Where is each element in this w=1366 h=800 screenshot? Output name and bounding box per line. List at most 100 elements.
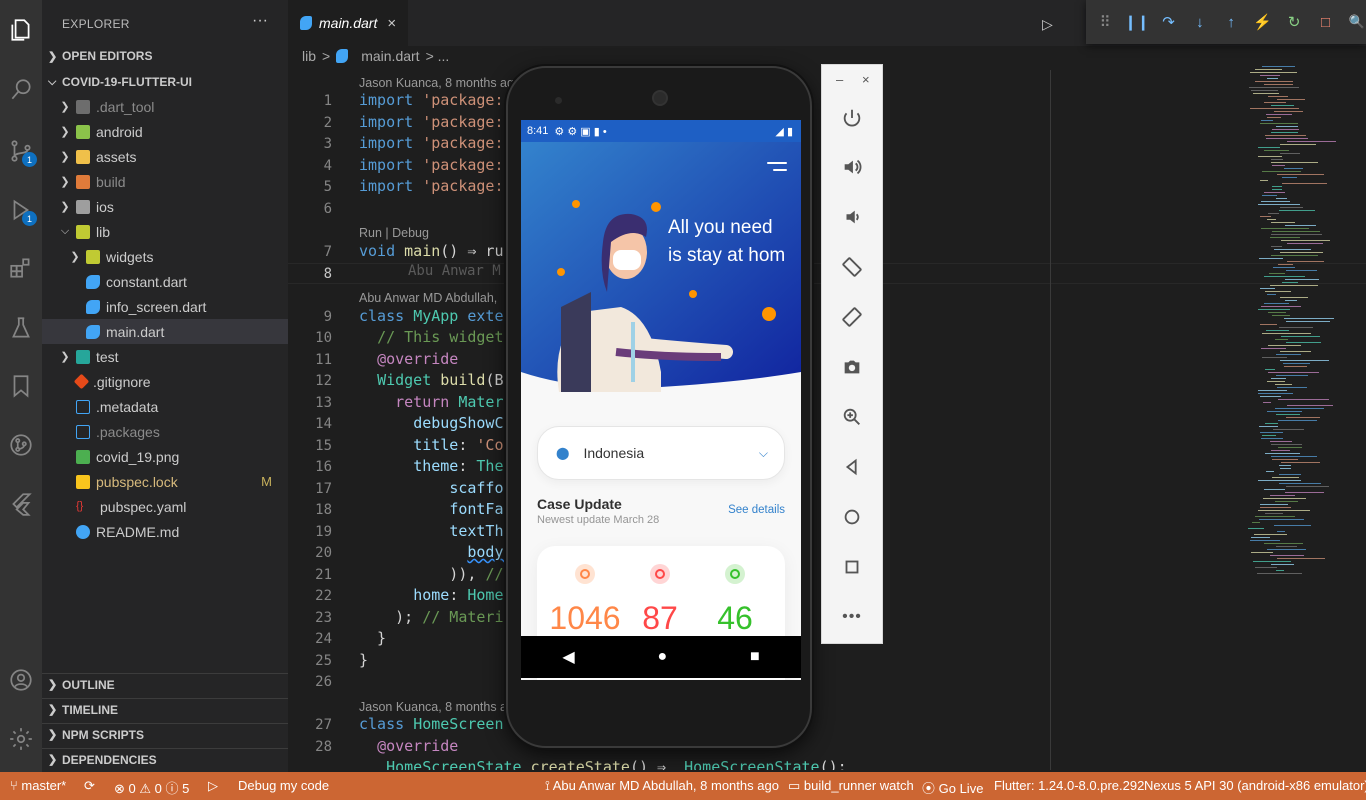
minimap-line (1270, 285, 1318, 286)
minimap-line (1276, 414, 1300, 415)
debug-run-icon[interactable]: ▷ (208, 778, 218, 794)
power-icon[interactable] (840, 106, 864, 130)
tab-main-dart[interactable]: main.dart × (288, 0, 408, 46)
pause-icon[interactable]: ❙❙ (1124, 13, 1149, 32)
step-out-icon[interactable]: ↑ (1222, 13, 1240, 32)
outline-section[interactable]: ❯ OUTLINE (42, 673, 288, 695)
line-number: 1 (323, 93, 332, 109)
minimap[interactable] (1248, 66, 1344, 586)
tree-item-pubspec-lock[interactable]: pubspec.lock M (42, 469, 288, 494)
rotate-right-icon[interactable] (840, 305, 864, 329)
close-icon[interactable]: × (862, 72, 870, 87)
testing-icon[interactable] (7, 314, 35, 342)
nav-back-icon[interactable]: ◀ (562, 647, 574, 667)
dependencies-section[interactable]: ❯ DEPENDENCIES (42, 748, 288, 770)
minimap-line (1258, 393, 1293, 394)
codelens-run-debug[interactable]: Run | Debug (359, 226, 429, 240)
project-section[interactable]: ⌵ COVID-19-FLUTTER-UI (42, 71, 288, 93)
step-into-icon[interactable]: ↓ (1191, 13, 1209, 32)
tree-item-ios[interactable]: ❯ ios (42, 194, 288, 219)
bookmarks-icon[interactable] (7, 372, 35, 400)
tree-item-gitignore[interactable]: .gitignore (42, 369, 288, 394)
debug-config-status[interactable]: Debug my code (238, 778, 329, 793)
flutter-version-status[interactable]: Flutter: 1.24.0-8.0.pre.292 (994, 778, 1144, 793)
restart-icon[interactable]: ↻ (1285, 13, 1303, 32)
hot-reload-icon[interactable]: ⚡ (1253, 13, 1272, 32)
tree-item-metadata[interactable]: .metadata (42, 394, 288, 419)
nav-home-icon[interactable]: ● (657, 648, 667, 666)
nav-recents-icon[interactable]: ■ (750, 648, 760, 666)
extensions-icon[interactable] (7, 254, 35, 282)
tree-item-covid-png[interactable]: covid_19.png (42, 444, 288, 469)
minimap-line (1255, 516, 1295, 517)
minimap-line (1271, 162, 1318, 163)
problems-status[interactable]: ⊗ 0 ⚠ 0 ⓘ 5 (114, 778, 189, 797)
tree-item-assets[interactable]: ❯ assets (42, 144, 288, 169)
git-blame-status[interactable]: ⟟ Abu Anwar MD Abdullah, 8 months ago (545, 778, 779, 794)
search-icon[interactable] (7, 76, 35, 104)
back-triangle-icon[interactable] (840, 455, 864, 479)
tree-item-constant-dart[interactable]: constant.dart (42, 269, 288, 294)
menu-icon[interactable] (767, 162, 787, 176)
stop-icon[interactable]: □ (1316, 13, 1334, 32)
tree-item-lib[interactable]: ⌵ lib (42, 219, 288, 244)
chevron-right-icon: ❯ (60, 151, 70, 163)
zoom-icon[interactable] (840, 405, 864, 429)
tree-item-dart-tool[interactable]: ❯ .dart_tool (42, 94, 288, 119)
timeline-section[interactable]: ❯ TIMELINE (42, 698, 288, 720)
debug-badge: 1 (22, 211, 37, 226)
source-control-icon[interactable]: 1 (7, 137, 37, 167)
npm-scripts-section[interactable]: ❯ NPM SCRIPTS (42, 723, 288, 745)
drag-handle-icon[interactable]: ⠿ (1096, 13, 1114, 32)
rotate-left-icon[interactable] (840, 255, 864, 279)
open-editors-section[interactable]: ❯ OPEN EDITORS (42, 45, 288, 67)
tree-item-main-dart[interactable]: main.dart (42, 319, 288, 344)
devtools-icon[interactable]: 🔍 (1348, 13, 1366, 32)
screenshot-camera-icon[interactable] (840, 355, 864, 379)
home-circle-icon[interactable] (840, 505, 864, 529)
codelens-blame[interactable]: Abu Anwar MD Abdullah, (359, 291, 497, 305)
settings-icon[interactable] (7, 725, 35, 753)
volume-down-icon[interactable] (840, 205, 864, 229)
volume-up-icon[interactable] (840, 155, 864, 179)
more-options-icon[interactable]: ••• (840, 605, 864, 629)
tree-item-readme[interactable]: README.md (42, 519, 288, 544)
tree-item-build[interactable]: ❯ build (42, 169, 288, 194)
line-number: 12 (315, 373, 332, 389)
tree-item-info-screen-dart[interactable]: info_screen.dart (42, 294, 288, 319)
step-over-icon[interactable]: ↷ (1159, 13, 1177, 32)
emulator-screen[interactable]: 8:41 ⚙ ⚙ ▣ ▮ • ◢ ▮ All you need is stay … (521, 120, 801, 680)
tree-item-pubspec-yaml[interactable]: {} pubspec.yaml (42, 494, 288, 519)
minimap-line (1282, 282, 1298, 283)
sync-icon[interactable]: ⟳ (84, 778, 95, 794)
codelens-blame[interactable]: Jason Kuanca, 8 months a (359, 700, 507, 714)
explorer-icon[interactable] (7, 16, 35, 44)
run-icon[interactable]: ▷ (1042, 16, 1053, 33)
minimap-line (1272, 477, 1299, 478)
minimize-icon[interactable]: – (836, 72, 843, 87)
flutter-icon[interactable] (7, 490, 35, 518)
minimap-line (1280, 297, 1308, 298)
tree-item-packages[interactable]: .packages (42, 419, 288, 444)
location-dropdown[interactable]: ⬤ Indonesia ⌵ (537, 426, 785, 480)
overview-square-icon[interactable] (840, 555, 864, 579)
device-status[interactable]: Nexus 5 API 30 (android-x86 emulator) (1144, 778, 1366, 793)
minimap-line (1262, 195, 1277, 196)
breadcrumb-symbols[interactable]: > ... (426, 48, 450, 64)
breadcrumb-main-dart[interactable]: main.dart (361, 48, 419, 64)
git-graph-icon[interactable] (7, 431, 35, 459)
more-actions-icon[interactable]: ··· (252, 12, 268, 30)
account-icon[interactable] (7, 666, 35, 694)
build-runner-status[interactable]: ▭ build_runner watch (788, 778, 914, 794)
tree-item-android[interactable]: ❯ android (42, 119, 288, 144)
tree-item-widgets[interactable]: ❯ widgets (42, 244, 288, 269)
tree-item-test[interactable]: ❯ test (42, 344, 288, 369)
branch-status[interactable]: ⑂ master* (10, 778, 66, 793)
close-tab-icon[interactable]: × (387, 15, 396, 32)
go-live-status[interactable]: ⦿ Go Live (922, 778, 983, 797)
see-details-link[interactable]: See details (728, 504, 785, 516)
minimap-line (1265, 291, 1291, 292)
run-debug-icon[interactable]: 1 (7, 196, 37, 226)
breadcrumb-lib[interactable]: lib (302, 48, 316, 64)
codelens-blame[interactable]: Jason Kuanca, 8 months ag (359, 76, 514, 90)
